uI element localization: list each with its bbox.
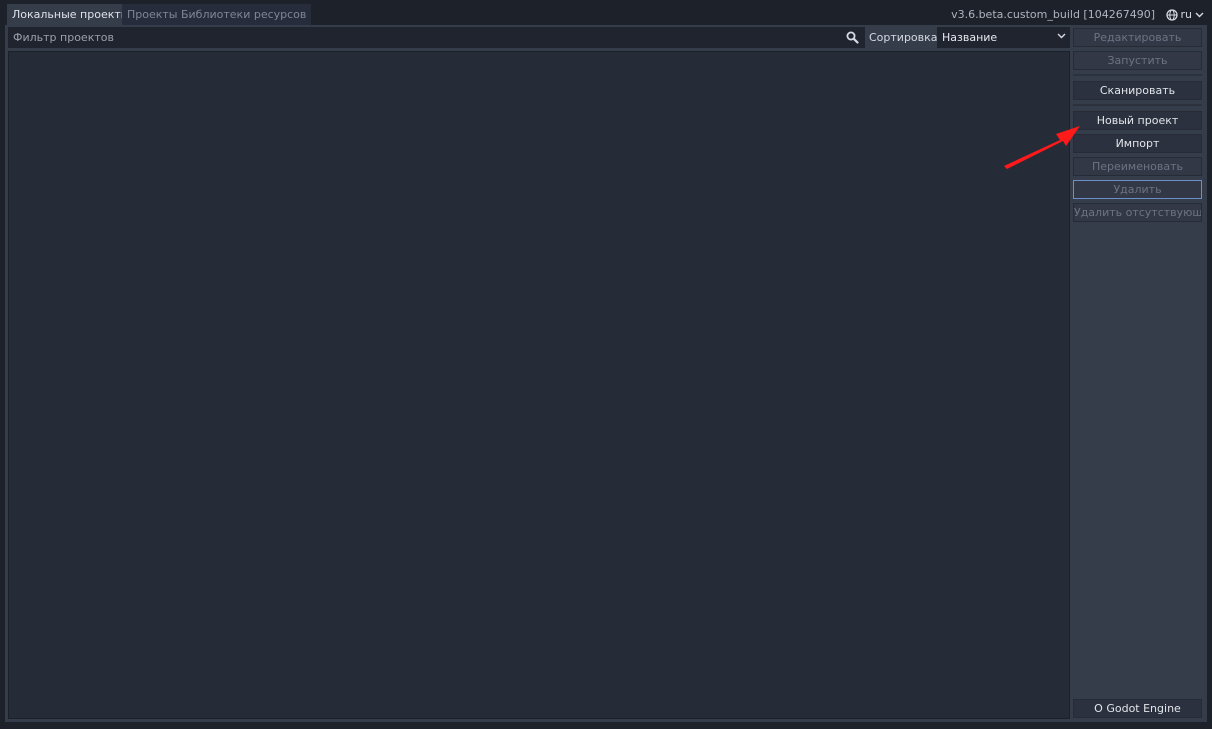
separator [1073, 74, 1202, 76]
filter-projects-input[interactable] [8, 27, 865, 48]
sort-select[interactable]: Название [937, 27, 1070, 48]
tab-asset-library-projects[interactable]: Проекты Библиотеки ресурсов [122, 4, 312, 25]
remove-missing-button[interactable]: Удалить отсутствующие [1073, 203, 1202, 222]
language-value: ru [1180, 8, 1193, 21]
search-icon[interactable] [846, 31, 859, 44]
about-godot-button[interactable]: О Godot Engine [1073, 699, 1202, 718]
sort-label: Сортировка: [869, 31, 942, 44]
language-selector[interactable]: ru [1165, 4, 1205, 25]
sort-selected-value: Название [942, 31, 998, 44]
tab-bar: Локальные проекты Проекты Библиотеки рес… [0, 0, 1212, 27]
import-button[interactable]: Импорт [1073, 134, 1202, 153]
filter-row: Сортировка: Название [8, 27, 1070, 48]
globe-icon [1165, 8, 1178, 21]
version-label: v3.6.beta.custom_build [104267490] [951, 8, 1155, 21]
scan-button[interactable]: Сканировать [1073, 81, 1202, 100]
remove-button[interactable]: Удалить [1073, 180, 1202, 199]
edit-button[interactable]: Редактировать [1073, 28, 1202, 47]
annotation-arrow [1004, 126, 1080, 169]
tab-local-projects[interactable]: Локальные проекты [7, 4, 135, 25]
chevron-down-icon [1195, 12, 1204, 17]
separator [1073, 104, 1202, 106]
new-project-button[interactable]: Новый проект [1073, 111, 1202, 130]
rename-button[interactable]: Переименовать [1073, 157, 1202, 176]
project-manager: Локальные проекты Проекты Библиотеки рес… [0, 0, 1212, 729]
chevron-down-icon [1057, 33, 1066, 39]
run-button[interactable]: Запустить [1073, 51, 1202, 70]
project-list[interactable] [8, 51, 1070, 719]
